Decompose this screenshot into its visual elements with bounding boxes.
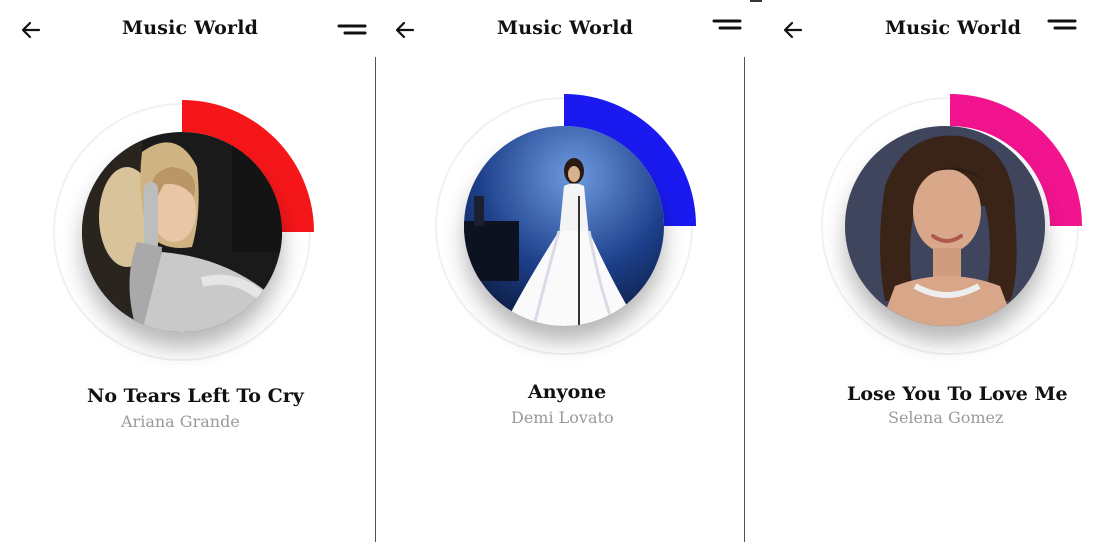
menu-icon[interactable] (337, 22, 367, 38)
menu-icon[interactable] (1047, 17, 1077, 33)
artist-name: Selena Gomez (888, 408, 1004, 427)
app-title: Music World (885, 17, 1022, 39)
artist-name: Demi Lovato (511, 408, 614, 427)
song-title: Lose You To Love Me (847, 383, 1068, 405)
artist-name: Ariana Grande (121, 412, 240, 431)
menu-icon[interactable] (712, 17, 742, 33)
app-title: Music World (497, 17, 634, 39)
album-cover-image (82, 132, 282, 332)
album-cover-image (845, 126, 1045, 326)
app-title: Music World (122, 17, 259, 39)
album-cover-image (464, 126, 664, 326)
song-title: No Tears Left To Cry (87, 385, 304, 407)
player-screen-demi: Music World Anyone Demi Lovato (376, 0, 744, 542)
song-title: Anyone (528, 381, 607, 403)
player-screen-ariana: Music World No Tears Left To Cry Ariana … (0, 0, 375, 542)
player-screen-selena: Music World Lose You To Love Me Selena G… (745, 0, 1118, 542)
back-arrow-icon[interactable] (19, 18, 43, 42)
back-arrow-icon[interactable] (393, 18, 417, 42)
back-arrow-icon[interactable] (781, 18, 805, 42)
